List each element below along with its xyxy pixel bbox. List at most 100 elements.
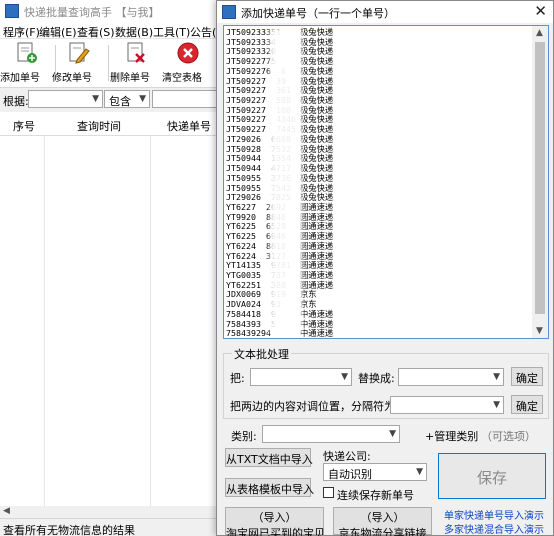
courier-select[interactable]: 自动识别 ▼ <box>323 463 427 481</box>
delete-number-label: 删除单号 <box>110 73 150 84</box>
replace-to-select[interactable]: ▼ <box>398 368 504 386</box>
separator-select[interactable]: ▼ <box>390 396 504 414</box>
column-header-query-time[interactable]: 查询时间 <box>77 118 121 134</box>
tracking-number-prefix: YT6225 <box>226 231 256 242</box>
edit-document-icon <box>69 42 90 64</box>
filter-mode-select[interactable]: 包含 ▼ <box>104 90 150 108</box>
manage-category-link[interactable]: +管理类别 <box>425 428 478 444</box>
filter-label: 根据: <box>3 95 29 108</box>
replace-to-label: 替换成: <box>358 372 395 385</box>
single-import-demo-link[interactable]: 单家快递单号导入演示 <box>444 507 544 522</box>
import-template-button[interactable]: 从表格模板中导入 <box>225 478 314 497</box>
menu-edit[interactable]: 编辑(E) <box>39 24 77 40</box>
privacy-blur <box>270 28 302 334</box>
tracking-number-prefix: 7584393 <box>226 318 261 329</box>
filter-field-select[interactable]: ▼ <box>28 90 103 108</box>
tracking-numbers-textarea[interactable]: JT509233351 极兔快递 JT50923334 极兔快递 JT50923320 极… <box>223 25 549 339</box>
tracking-number-prefix: YT62251 <box>226 279 261 290</box>
tracking-number-prefix: 758439294 <box>226 328 271 339</box>
tracking-number-prefix: JT50944 <box>226 163 261 174</box>
vertical-scrollbar[interactable]: ▲ ▼ <box>532 26 548 338</box>
continuous-save-label: 连续保存新单号 <box>337 489 414 502</box>
import-jd-line2: 京东物流分享链接 <box>338 527 427 536</box>
menu-view[interactable]: 查看(S) <box>77 24 115 40</box>
replace-confirm-button[interactable]: 确定 <box>511 367 543 386</box>
tracking-number-prefix: JT509227 <box>226 114 266 125</box>
import-taobao-line1: （导入） <box>252 511 297 524</box>
edit-number-button[interactable]: 修改单号 <box>52 41 104 85</box>
tracking-number-prefix: YT9920 <box>226 211 256 222</box>
dialog-title: 添加快递单号（一行一个单号） <box>241 7 395 20</box>
courier-value: 自动识别 <box>328 468 372 481</box>
close-icon[interactable]: ✕ <box>534 2 547 20</box>
tracking-number-prefix: YT6227 <box>226 201 256 212</box>
tracking-number-prefix: JDX0069 <box>226 289 261 300</box>
menu-program[interactable]: 程序(F) <box>3 24 40 40</box>
menu-data[interactable]: 数据(B) <box>115 24 153 40</box>
import-taobao-line2: 淘宝网已买到的宝贝 <box>226 527 325 536</box>
scroll-down-icon[interactable]: ▼ <box>536 326 543 336</box>
tracking-number-prefix: JDVA024 <box>226 299 261 310</box>
chevron-down-icon: ▼ <box>493 400 500 410</box>
tracking-number-prefix: JT29026 <box>226 133 261 144</box>
add-number-button[interactable]: 添加单号 <box>0 41 52 85</box>
replace-from-label: 把: <box>230 372 245 385</box>
chevron-down-icon: ▼ <box>92 94 99 104</box>
add-number-label: 添加单号 <box>0 73 40 84</box>
status-text: 查看所有无物流信息的结果 <box>3 524 135 536</box>
tracking-number-prefix: JT5092276 <box>226 65 271 76</box>
scroll-left-icon[interactable]: ◀ <box>3 506 10 516</box>
tracking-number-prefix: JT50944 <box>226 153 261 164</box>
tracking-number-prefix: YT6225 <box>226 221 256 232</box>
tracking-number-prefix: JT509227 <box>226 75 266 86</box>
courier-label: 快递公司: <box>323 450 371 463</box>
main-window-title: 快递批量查询高手 【与我】 <box>24 6 160 19</box>
column-divider <box>44 136 45 506</box>
clear-table-button[interactable]: 清空表格 <box>162 41 214 85</box>
scroll-up-icon[interactable]: ▲ <box>536 28 543 38</box>
filter-keyword-input[interactable] <box>152 90 222 108</box>
mixed-import-demo-link[interactable]: 多家快递混合导入演示 <box>444 521 544 536</box>
import-jd-button[interactable]: （导入） 京东物流分享链接 <box>333 507 432 536</box>
import-taobao-button[interactable]: （导入） 淘宝网已买到的宝贝 <box>225 507 325 536</box>
filter-mode-value: 包含 <box>109 95 131 108</box>
save-button[interactable]: 保存 <box>438 453 546 499</box>
swap-confirm-button[interactable]: 确定 <box>511 395 543 414</box>
text-batch-group: 文本批处理 把: ▼ 替换成: ▼ 确定 把两边的内容对调位置，分隔符为: ▼ … <box>223 346 549 419</box>
tracking-number-prefix: YT6224 <box>226 240 256 251</box>
tracking-number-prefix: JT509227 <box>226 124 266 135</box>
tracking-number-prefix: 758439261 <box>226 338 271 339</box>
clear-icon <box>177 42 199 64</box>
tracking-number-prefix: JT509227 <box>226 95 266 106</box>
column-header-tracking-number[interactable]: 快递单号 <box>167 118 211 134</box>
import-jd-line1: （导入） <box>360 511 405 524</box>
clear-table-label: 清空表格 <box>162 73 202 84</box>
app-icon <box>222 5 236 19</box>
replace-from-select[interactable]: ▼ <box>250 368 352 386</box>
chevron-down-icon: ▼ <box>389 429 396 439</box>
tracking-number-prefix: JT50955 <box>226 172 261 183</box>
app-icon <box>5 4 19 18</box>
import-txt-button[interactable]: 从TXT文档中导入 <box>225 448 313 467</box>
tracking-number-prefix: YT6224 <box>226 250 256 261</box>
tracking-number-prefix: JT509227 <box>226 104 266 115</box>
tracking-number-prefix: JT50922775 <box>226 56 276 67</box>
dialog-titlebar: 添加快递单号（一行一个单号） ✕ <box>217 1 553 23</box>
category-select[interactable]: ▼ <box>262 425 400 443</box>
tracking-number-prefix: JT50928 <box>226 143 261 154</box>
delete-number-button[interactable]: 删除单号 <box>110 41 162 85</box>
chevron-down-icon: ▼ <box>416 467 423 477</box>
menu-tools[interactable]: 工具(T) <box>153 24 190 40</box>
column-header-index[interactable]: 序号 <box>13 118 35 134</box>
tracking-number-prefix: JT50923334 <box>226 36 276 47</box>
category-label: 类别: <box>231 430 257 443</box>
swap-separator-label: 把两边的内容对调位置，分隔符为: <box>230 400 399 413</box>
tracking-number-prefix: YTG0035 <box>226 269 261 280</box>
tracking-number-prefix: JT50955 <box>226 182 261 193</box>
text-batch-legend: 文本批处理 <box>232 346 291 362</box>
chevron-down-icon: ▼ <box>139 94 146 104</box>
scrollbar-thumb[interactable] <box>535 42 545 314</box>
add-number-dialog: 添加快递单号（一行一个单号） ✕ JT509233351 极兔快递 JT509233… <box>216 0 554 536</box>
continuous-save-checkbox[interactable] <box>323 487 334 498</box>
tracking-number-prefix: 7584418 <box>226 308 261 319</box>
